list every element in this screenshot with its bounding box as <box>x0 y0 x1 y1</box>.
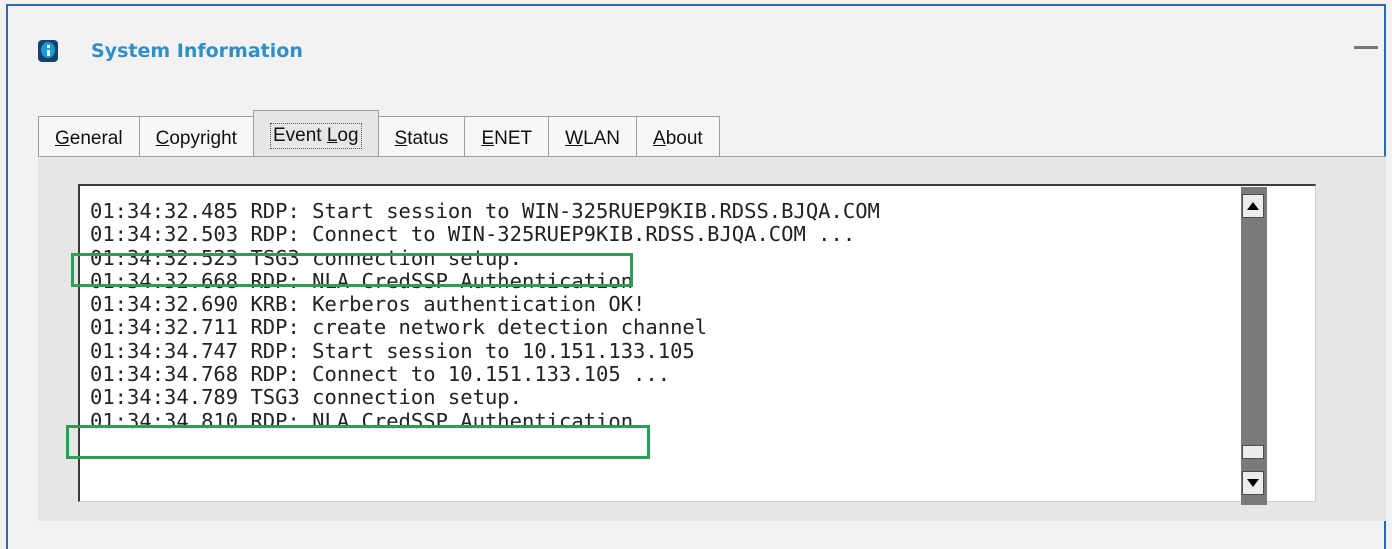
log-line: 01:34:34.768 RDP: Connect to 10.151.133.… <box>90 362 671 387</box>
log-line: 01:34:32.485 RDP: Start session to WIN-3… <box>90 199 880 223</box>
minimize-icon[interactable] <box>1354 46 1378 49</box>
event-log-textarea[interactable]: 01:34:32.485 RDP: Start session to WIN-3… <box>78 184 1316 502</box>
tab-copyright[interactable]: Copyright <box>138 116 254 160</box>
tab-status[interactable]: Status <box>377 116 466 160</box>
event-log-panel: 01:34:32.485 RDP: Start session to WIN-3… <box>38 156 1386 521</box>
log-line: 01:34:34.747 RDP: Start session to 10.15… <box>90 338 695 363</box>
vertical-scrollbar[interactable] <box>1241 187 1267 505</box>
info-icon <box>38 40 58 62</box>
tab-bar: General Copyright Event Log Status ENET … <box>38 110 720 160</box>
log-line: 01:34:32.690 KRB: Kerberos authenticatio… <box>90 292 646 317</box>
tab-about[interactable]: About <box>636 116 720 160</box>
tab-general[interactable]: General <box>38 116 140 160</box>
log-line: 01:34:34.810 RDP: NLA CredSSP Authentica… <box>90 408 634 433</box>
window-title: System Information <box>91 40 303 62</box>
log-line: 01:34:32.668 RDP: NLA CredSSP Authentica… <box>90 268 634 293</box>
event-log-lines: 01:34:32.485 RDP: Start session to WIN-3… <box>90 199 880 433</box>
tab-event-log[interactable]: Event Log <box>252 110 379 160</box>
tab-wlan[interactable]: WLAN <box>548 116 638 160</box>
log-line: 01:34:34.789 TSG3 connection setup. <box>90 385 522 410</box>
tab-enet[interactable]: ENET <box>464 116 550 160</box>
arrow-down-icon <box>1247 479 1259 487</box>
scroll-up-button[interactable] <box>1242 194 1264 218</box>
scroll-down-button[interactable] <box>1242 471 1264 495</box>
log-line: 01:34:32.711 RDP: create network detecti… <box>90 315 708 340</box>
arrow-up-icon <box>1247 202 1259 210</box>
log-line: 01:34:32.503 RDP: Connect to WIN-325RUEP… <box>90 222 856 247</box>
log-line: 01:34:32.523 TSG3 connection setup. <box>90 245 522 270</box>
scrollbar-thumb[interactable] <box>1242 445 1264 459</box>
